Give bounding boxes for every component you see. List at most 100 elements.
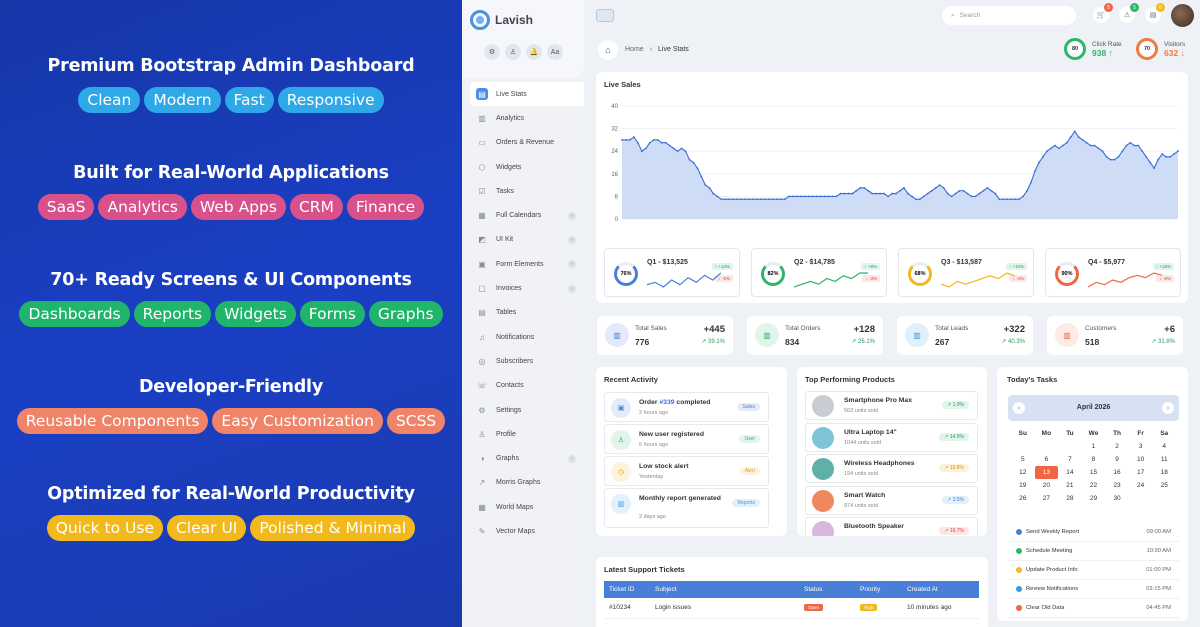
calendar-day[interactable]: 20 [1035, 479, 1059, 492]
calendar-day[interactable]: 30 [1105, 492, 1129, 505]
table-header-cell: Priority [860, 586, 881, 593]
calendar-day[interactable]: 6 [1035, 453, 1059, 466]
product-item[interactable]: Ultra Laptop 14" 1044 units sold ↗ 14.9% [805, 422, 978, 452]
calendar-day[interactable]: 22 [1082, 479, 1106, 492]
calendar-day[interactable]: 27 [1035, 492, 1059, 505]
calendar-day[interactable]: 8 [1082, 453, 1106, 466]
quarter-card[interactable]: 68% Q3 - $13,587 ↑ +10% ↓ -4% [898, 248, 1034, 297]
sidebar-item-contacts[interactable]: ☏ Contacts [470, 374, 584, 398]
calendar-day[interactable]: 18 [1152, 466, 1176, 479]
task-item[interactable]: Schedule Meeting 10:30 AM [1008, 542, 1179, 561]
sidebar-item-world-maps[interactable]: ▦ World Maps [470, 495, 584, 519]
calendar-day[interactable]: 4 [1152, 440, 1176, 453]
task-item[interactable]: Update Product Info 01:00 PM [1008, 561, 1179, 580]
sidebar-item-full-calendars[interactable]: ▦ Full Calendars › [470, 203, 584, 227]
activity-tag: Reports [732, 499, 760, 507]
sidebar-item-widgets[interactable]: ⬡ Widgets [470, 155, 584, 179]
activity-item[interactable]: ◷ Low stock alert Yesterday Alert [604, 456, 769, 486]
user-icon[interactable]: ♙ [505, 44, 521, 60]
activity-item[interactable]: ▣ Order #339 completed 2 hours ago Sales [604, 392, 769, 422]
calendar-day[interactable]: 24 [1129, 479, 1153, 492]
bell-icon[interactable]: 🔔 [526, 44, 542, 60]
calendar-day[interactable]: 2 [1105, 440, 1129, 453]
table-row[interactable]: #10234 Login issues Open High 10 minutes ago [604, 599, 979, 619]
sidebar-item-graphs[interactable]: ◑ Graphs › [470, 446, 584, 470]
activity-item[interactable]: ▥ Monthly report generated 2 days ago Repor… [604, 488, 769, 528]
calendar-day[interactable]: 12 [1011, 466, 1035, 479]
calendar-day[interactable]: 3 [1129, 440, 1153, 453]
stat-card[interactable]: ▥ Customers 518 +6 ↗ 31.8% [1047, 316, 1183, 355]
quarter-card[interactable]: 82% Q2 - $14,785 ↑ +8% ↓ -3% [751, 248, 887, 297]
quarter-card[interactable]: 90% Q4 - $5,977 ↑ +15% ↓ -6% [1045, 248, 1181, 297]
product-sold: 974 units sold [844, 502, 878, 509]
calendar-day[interactable]: 16 [1105, 466, 1129, 479]
sidebar-item-invoices[interactable]: ▢ Invoices › [470, 276, 584, 300]
calendar-day[interactable]: 5 [1011, 453, 1035, 466]
sales-point [1169, 155, 1171, 158]
sidebar-item-morris-graphs[interactable]: ↗ Morris Graphs [470, 471, 584, 495]
calendar-day[interactable]: 26 [1011, 492, 1035, 505]
sidebar-item-live-stats[interactable]: ▤ Live Stats [470, 82, 584, 107]
sidebar-item-subscribers[interactable]: ◎ Subscribers [470, 349, 584, 373]
brand[interactable]: Lavish [470, 10, 533, 30]
calendar-day[interactable]: 14 [1058, 466, 1082, 479]
sidebar-item-notifications[interactable]: ♫ Notifications [470, 325, 584, 349]
activity-item[interactable]: ♙ New user registered 5 hours ago User [604, 424, 769, 454]
sales-point [676, 150, 679, 153]
stat-card[interactable]: ▥ Total Leads 267 +322 ↗ 40.3% [897, 316, 1033, 355]
topbar: ⌕ Search 🛒 5 ⚠ 5 ▤ 6 [584, 0, 1200, 30]
stat-card[interactable]: ▥ Total Orders 834 +128 ↗ 26.1% [747, 316, 883, 355]
sidebar-item-settings[interactable]: ⚙ Settings [470, 398, 584, 422]
calendar-day[interactable]: 25 [1152, 479, 1176, 492]
sidebar-item-orders-revenue[interactable]: ▭ Orders & Revenue [470, 131, 584, 155]
calendar-day[interactable]: 28 [1058, 492, 1082, 505]
calendar-day[interactable]: 13 [1034, 466, 1059, 479]
task-item[interactable]: Send Weekly Report 09:00 AM [1008, 523, 1179, 542]
calendar-day[interactable]: 17 [1129, 466, 1153, 479]
chevron-right-icon[interactable]: › [1162, 402, 1174, 414]
calendar-day[interactable]: 9 [1105, 453, 1129, 466]
font-size-icon[interactable]: Aa [547, 44, 563, 60]
sales-point [775, 198, 778, 201]
calendar-day[interactable]: 7 [1058, 453, 1082, 466]
sidebar-item-profile[interactable]: ♙ Profile [470, 422, 584, 446]
calendar-day[interactable]: 23 [1105, 479, 1129, 492]
home-icon[interactable]: ⌂ [598, 40, 618, 60]
calendar-day[interactable]: 19 [1011, 479, 1035, 492]
calendar-day[interactable]: 21 [1058, 479, 1082, 492]
sidebar-item-form-elements[interactable]: ▣ Form Elements › [470, 252, 584, 276]
sidebar-item-analytics[interactable]: ▥ Analytics [470, 106, 584, 130]
task-item[interactable]: Clear Old Data 04:45 PM [1008, 599, 1179, 618]
search-input[interactable]: ⌕ Search [942, 6, 1076, 25]
product-item[interactable]: Wireless Headphones 194 units sold ↗ 19.8% [805, 454, 978, 483]
product-item[interactable]: Bluetooth Speaker ↗ 16.7% [805, 517, 978, 536]
cart-icon[interactable]: 🛒 5 [1093, 3, 1113, 23]
stat-card[interactable]: ▥ Total Sales 776 +445 ↗ 39.1% [597, 316, 733, 355]
calendar-day[interactable]: 11 [1152, 453, 1176, 466]
avatar[interactable] [1171, 4, 1194, 27]
sales-point [1081, 139, 1084, 141]
calendar-day[interactable]: 29 [1082, 492, 1106, 505]
sidebar-item-ui-kit[interactable]: ◩ UI Kit › [470, 228, 584, 252]
sidebar-item-vector-maps[interactable]: ✎ Vector Maps [470, 519, 584, 543]
sales-point [783, 198, 786, 201]
gear-icon[interactable]: ⚙ [484, 44, 500, 60]
sidebar-item-label: Settings [496, 406, 522, 414]
calendar-day[interactable]: 15 [1082, 466, 1106, 479]
kpi-click-rate: 80 Click Rate 938 ↑ [1064, 38, 1122, 60]
task-item[interactable]: Review Notifications 03:15 PM [1008, 580, 1179, 599]
order-link[interactable]: #339 [659, 399, 674, 406]
quarter-card[interactable]: 76% Q1 - $13,525 ↑ +12% ↓ -5% [604, 248, 740, 297]
list-icon[interactable]: ▤ 6 [1145, 3, 1165, 23]
sidebar-item-tasks[interactable]: ☑ Tasks [470, 179, 584, 203]
ticket-status: Open [804, 604, 824, 611]
calendar-day[interactable]: 10 [1129, 453, 1153, 466]
breadcrumb-home[interactable]: Home [625, 46, 644, 53]
calendar-day[interactable]: 1 [1082, 440, 1106, 453]
product-item[interactable]: Smartphone Pro Max 563 units sold ↗ 1.0% [805, 391, 978, 420]
product-item[interactable]: Smart Watch 974 units sold ↗ 3.5% [805, 485, 978, 515]
alert-icon[interactable]: ⚠ 5 [1119, 3, 1139, 23]
sales-point [1006, 198, 1009, 201]
sidebar-item-tables[interactable]: ▤ Tables [470, 301, 584, 325]
sidebar-toggle-button[interactable] [596, 9, 614, 22]
